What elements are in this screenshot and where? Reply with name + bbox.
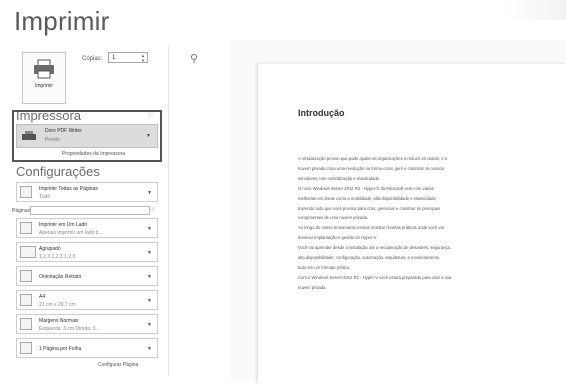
- printer-name: Doro PDF Writer: [45, 128, 82, 134]
- chevron-down-icon: ▼: [147, 322, 152, 328]
- page-setup-link[interactable]: Configurar Página: [98, 362, 138, 368]
- chevron-down-icon: ▼: [147, 346, 152, 352]
- option-label: Imprimir Todas as Páginas: [39, 186, 98, 192]
- pages-info-icon[interactable]: ⓘ: [150, 206, 155, 213]
- preview-line: A Virtualização provou que pode ajudar a…: [298, 156, 448, 161]
- settings-header: Configurações: [16, 164, 100, 179]
- option-sublabel: Esquerda: 3 cm Direita: 3...: [39, 326, 100, 332]
- copies-stepper[interactable]: 1 ▲ ▼: [108, 52, 148, 63]
- preview-line: Ao longo do nosso treinamento iremos mos…: [298, 225, 444, 231]
- window-corner: [506, 0, 566, 20]
- margins-icon: [20, 318, 32, 330]
- option-label: Orientação Retrato: [39, 274, 82, 280]
- one-sided-icon: [20, 222, 32, 234]
- copies-value: 1: [112, 55, 116, 61]
- printer-properties-link[interactable]: Propriedades da Impressora: [62, 151, 125, 157]
- sides-select[interactable]: Imprimir em Um Lado Apenas imprimir um l…: [16, 218, 158, 238]
- printer-device-icon: [22, 131, 36, 140]
- preview-line: nuvem privada criou uma revolução na for…: [298, 165, 444, 171]
- option-label: A4: [39, 294, 46, 300]
- preview-heading: Introdução: [298, 108, 345, 118]
- preview-page: Introdução A Virtualização provou que po…: [258, 64, 566, 384]
- preview-line: tudo em um formato prático.: [298, 264, 351, 270]
- pages-icon: [20, 186, 32, 198]
- preview-line: servidores com centralização e elasticid…: [298, 175, 381, 181]
- preview-line: melhorias em áreas como a mobilidade, al…: [298, 195, 437, 201]
- pages-label: Páginas:: [12, 208, 32, 214]
- collation-select[interactable]: Agrupado 1,2,3 1,2,3 1,2,3 ▼: [16, 242, 158, 262]
- preview-line: nuvem privada.: [298, 284, 327, 290]
- preview-line: Você vai aprender desde a instalação até…: [298, 245, 451, 251]
- portrait-icon: [20, 270, 32, 282]
- print-button-label: Imprimir: [34, 83, 54, 89]
- chevron-down-icon: ▼: [147, 274, 152, 280]
- pages-per-sheet-select[interactable]: 1 Página por Folha ▼: [16, 338, 158, 358]
- orientation-select[interactable]: Orientação Retrato ▼: [16, 266, 158, 286]
- option-sublabel: Tudo: [39, 194, 51, 200]
- chevron-down-icon: ▼: [147, 298, 152, 304]
- copies-label: Cópias:: [82, 56, 103, 62]
- collated-icon: [20, 246, 36, 258]
- preview-line: trazendo tudo que você precisa para cria…: [298, 205, 440, 211]
- print-range-select[interactable]: Imprimir Todas as Páginas Tudo ▼: [16, 182, 158, 202]
- option-label: Agrupado: [39, 246, 61, 252]
- printer-icon: [34, 59, 54, 79]
- preview-line: Com o Windows Server 2012 R2 - Hyper-V v…: [298, 274, 452, 280]
- paper-size-select[interactable]: A4 21 cm x 29,7 cm ▼: [16, 290, 158, 310]
- chevron-down-icon: ▼: [147, 226, 152, 232]
- preview-body: A Virtualização provou que pode ajudar a…: [298, 154, 553, 293]
- preview-line: alta disponibilidade, configuração, auto…: [298, 255, 441, 261]
- printer-status: Pronto: [45, 137, 60, 143]
- printer-select[interactable]: Doro PDF Writer Pronto ▼: [16, 124, 158, 148]
- paper-icon: [20, 294, 32, 306]
- option-sublabel: 21 cm x 29,7 cm: [39, 302, 76, 308]
- chevron-down-icon: ▼: [146, 133, 151, 139]
- page-per-sheet-icon: [20, 342, 32, 354]
- pin-icon[interactable]: ⚲: [190, 52, 198, 65]
- option-sublabel: 1,2,3 1,2,3 1,2,3: [39, 254, 76, 260]
- option-label: Margens Normais: [39, 318, 79, 324]
- spin-arrows-icon[interactable]: ▲ ▼: [141, 53, 145, 63]
- margins-select[interactable]: Margens Normais Esquerda: 3 cm Direita: …: [16, 314, 158, 334]
- option-label: 1 Página por Folha: [39, 346, 82, 352]
- preview-line: dominar implantação e gestão do Hyper-V.: [298, 235, 378, 241]
- preview-line: O novo Windows Server 2012 R2 - Hyper-V …: [298, 185, 434, 191]
- divider: [168, 46, 169, 376]
- option-label: Imprimir em Um Lado: [39, 222, 88, 228]
- pages-input[interactable]: [30, 206, 150, 215]
- print-button[interactable]: Imprimir: [22, 52, 66, 104]
- option-sublabel: Apenas imprimir um lado d...: [39, 230, 103, 236]
- preview-line: componentes de uma nuvem privada.: [298, 215, 369, 221]
- chevron-down-icon: ▼: [147, 250, 152, 256]
- page-title: Imprimir: [14, 6, 110, 36]
- chevron-down-icon: ▼: [147, 190, 152, 196]
